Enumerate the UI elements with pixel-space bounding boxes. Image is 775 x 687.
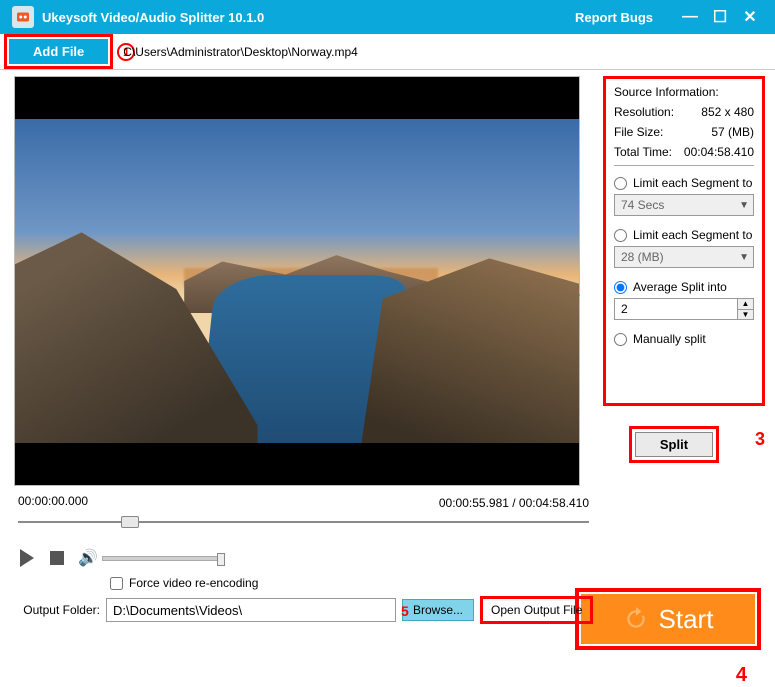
chevron-down-icon: ▼	[739, 200, 749, 211]
filesize-value: 57 (MB)	[711, 125, 754, 139]
file-path-prefix: C	[123, 45, 132, 59]
output-folder-label: Output Folder:	[14, 603, 100, 617]
start-button[interactable]: Start	[581, 594, 755, 644]
opt-seg-time-label: Limit each Segment to	[633, 176, 752, 190]
chevron-down-icon: ▼	[739, 252, 749, 263]
resolution-label: Resolution:	[614, 105, 674, 119]
force-reencode-label: Force video re-encoding	[129, 576, 258, 590]
spinner-up[interactable]: ▲	[738, 299, 753, 310]
seek-slider[interactable]	[18, 514, 589, 530]
seg-size-combo[interactable]: 28 (MB) ▼	[614, 246, 754, 268]
opt-manual[interactable]: Manually split	[614, 332, 754, 346]
minimize-button[interactable]: —	[677, 4, 703, 30]
totaltime-value: 00:04:58.410	[684, 145, 754, 159]
info-title: Source Information:	[614, 85, 754, 99]
opt-avg-split[interactable]: Average Split into	[614, 280, 754, 294]
avg-split-spinner[interactable]: 2 ▲▼	[614, 298, 754, 320]
output-folder-input[interactable]	[106, 598, 396, 622]
volume-icon: 🔊	[78, 548, 98, 568]
spinner-down[interactable]: ▼	[738, 310, 753, 320]
time-total: 00:00:55.981 / 00:04:58.410	[14, 496, 589, 510]
add-file-button[interactable]: Add File	[9, 39, 108, 64]
report-bugs-link[interactable]: Report Bugs	[575, 10, 653, 25]
avg-split-value: 2	[615, 299, 737, 319]
volume-slider[interactable]	[102, 556, 222, 561]
totaltime-label: Total Time:	[614, 145, 672, 159]
top-bar: Add File 1 C \Users\Administrator\Deskto…	[0, 34, 775, 70]
seek-thumb[interactable]	[121, 516, 139, 528]
opt-avg-label: Average Split into	[633, 280, 727, 294]
seg-time-value: 74 Secs	[621, 198, 664, 212]
opt-manual-label: Manually split	[633, 332, 706, 346]
filesize-label: File Size:	[614, 125, 663, 139]
refresh-icon	[623, 606, 649, 632]
bottom-panel: Force video re-encoding Output Folder: B…	[0, 568, 775, 660]
volume-thumb[interactable]	[217, 553, 225, 566]
close-button[interactable]: ✕	[737, 4, 763, 30]
info-panel: Source Information: Resolution: 852 x 480…	[603, 76, 765, 406]
file-path: \Users\Administrator\Desktop\Norway.mp4	[132, 45, 358, 59]
right-panel: Source Information: Resolution: 852 x 480…	[603, 76, 765, 568]
left-panel: 00:00:00.000 00:00:55.981 / 00:04:58.410…	[14, 76, 593, 568]
browse-button[interactable]: Browse...	[402, 599, 474, 621]
opt-seg-size[interactable]: Limit each Segment to	[614, 228, 754, 242]
video-frame	[15, 119, 579, 443]
maximize-button[interactable]: ☐	[707, 4, 733, 30]
titlebar: Ukeysoft Video/Audio Splitter 10.1.0 Rep…	[0, 0, 775, 34]
video-preview[interactable]	[14, 76, 580, 486]
app-icon	[12, 6, 34, 28]
stop-button[interactable]	[48, 549, 66, 567]
start-label: Start	[659, 604, 714, 635]
play-button[interactable]	[18, 549, 36, 567]
app-title: Ukeysoft Video/Audio Splitter 10.1.0	[42, 10, 575, 25]
seg-size-value: 28 (MB)	[621, 250, 664, 264]
seg-time-combo[interactable]: 74 Secs ▼	[614, 194, 754, 216]
split-button[interactable]: Split	[635, 432, 713, 457]
opt-seg-size-label: Limit each Segment to	[633, 228, 752, 242]
annotation-4: 4	[736, 664, 747, 687]
opt-seg-time[interactable]: Limit each Segment to	[614, 176, 754, 190]
open-output-button[interactable]: Open Output File	[485, 601, 588, 619]
annotation-5: 5	[401, 603, 409, 619]
annotation-3: 3	[755, 429, 765, 450]
resolution-value: 852 x 480	[701, 105, 754, 119]
